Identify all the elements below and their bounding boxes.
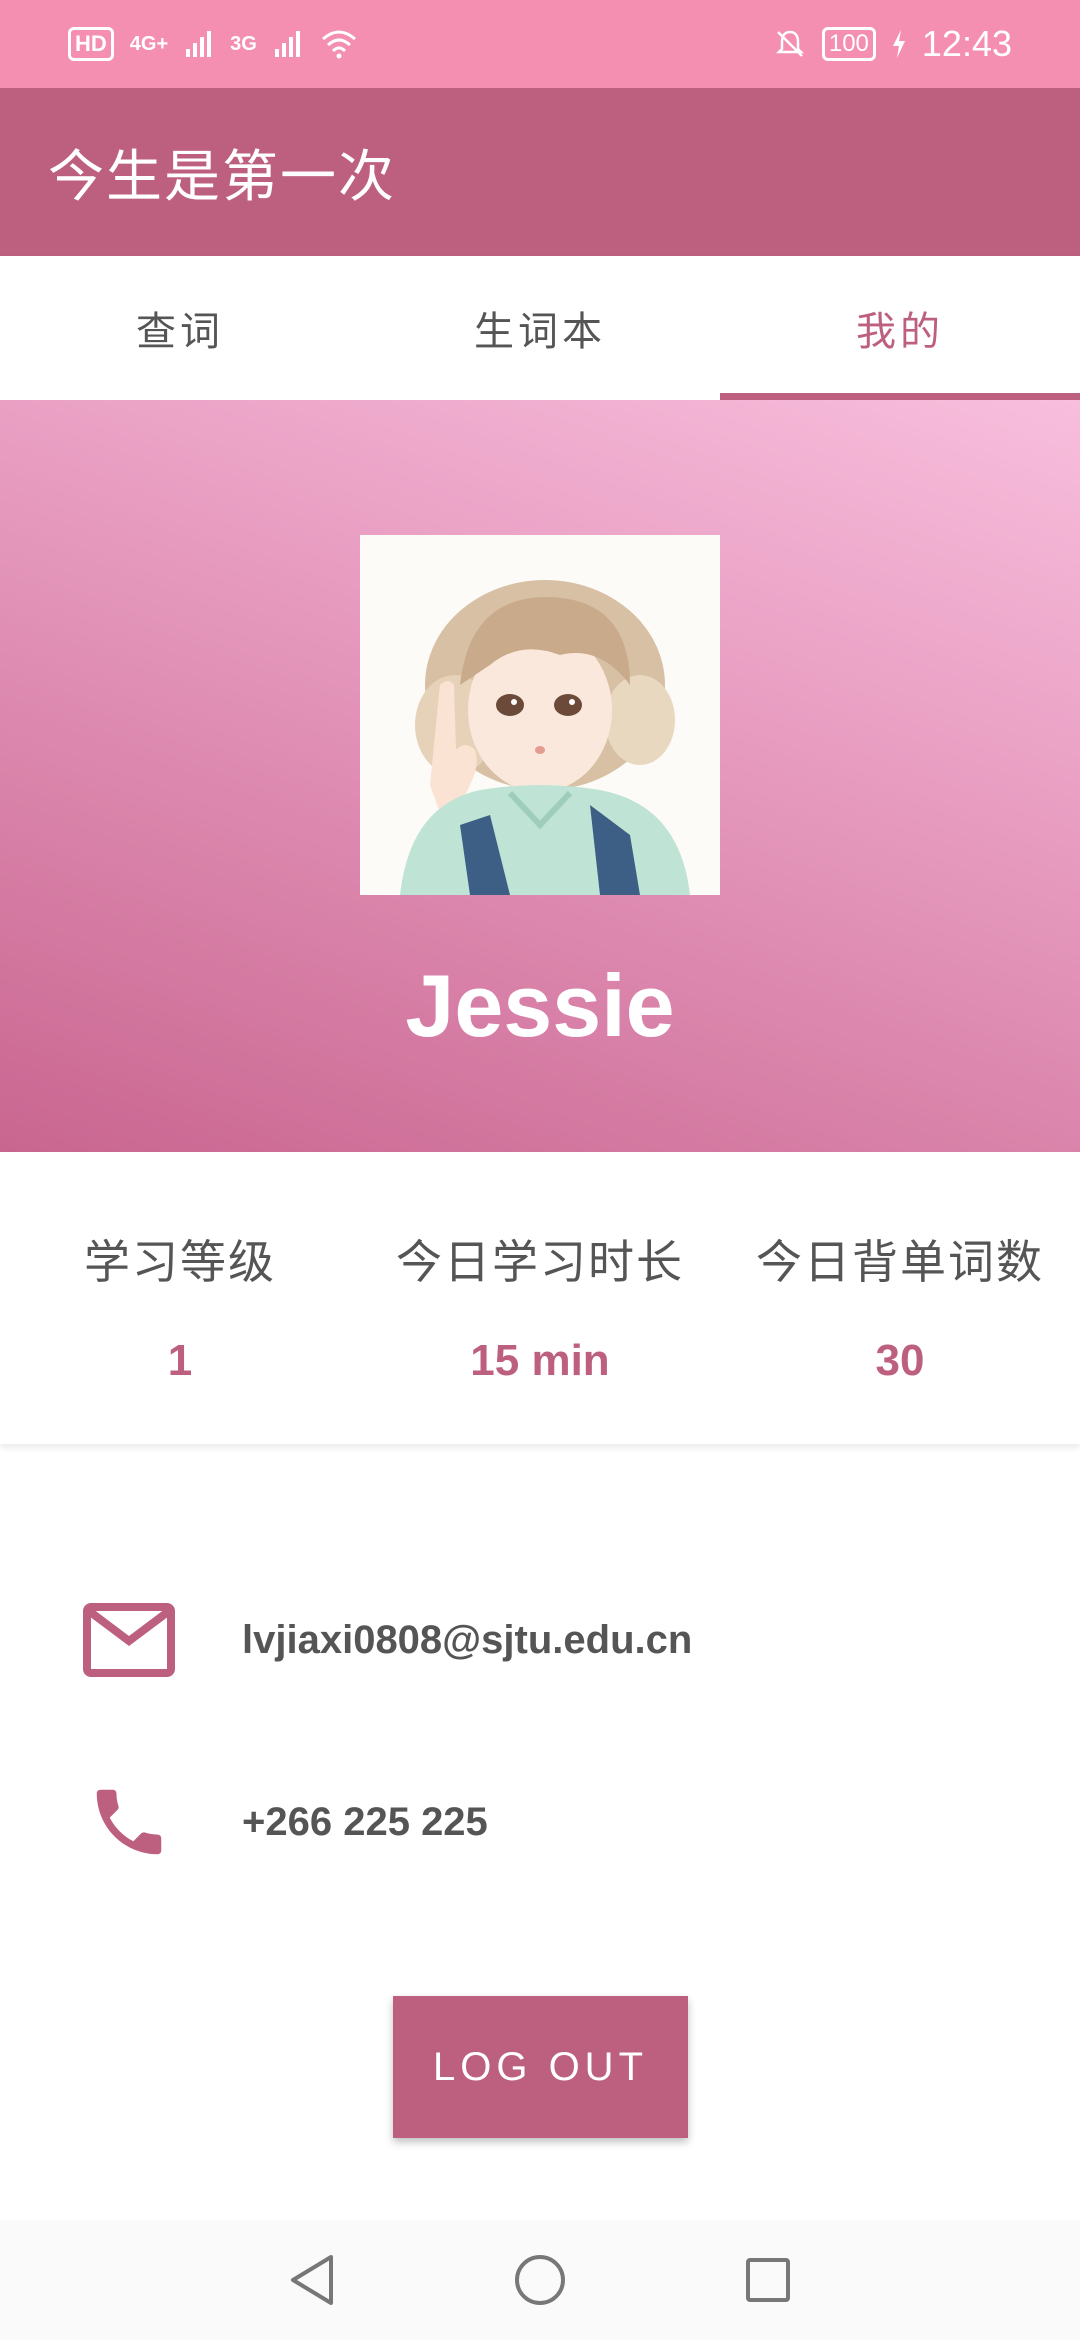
stat-label: 今日背单词数	[756, 1235, 1044, 1289]
stat-value: 15 min	[470, 1336, 610, 1385]
stat-level: 学习等级 1	[0, 1152, 360, 1444]
status-left: HD 4G+ 3G	[68, 27, 359, 61]
charging-icon	[892, 30, 905, 58]
recent-square-icon[interactable]	[738, 2250, 798, 2310]
phone-text: +266 225 225	[242, 1799, 488, 1844]
stat-label: 今日学习时长	[396, 1235, 684, 1289]
signal-icon	[274, 31, 300, 57]
logout-button[interactable]: LOG OUT	[393, 1996, 688, 2138]
stats-card: 学习等级 1 今日学习时长 15 min 今日背单词数 30	[0, 1152, 1080, 1444]
hd-badge: HD	[68, 27, 114, 61]
clock: 12:43	[921, 23, 1012, 64]
system-nav-bar	[0, 2220, 1080, 2340]
signal-icon	[186, 31, 212, 57]
network-4g-label: 4G+	[129, 32, 169, 55]
home-circle-icon[interactable]	[510, 2250, 570, 2310]
avatar	[360, 535, 720, 895]
stat-words-count: 今日背单词数 30	[720, 1152, 1080, 1444]
tab-vocabulary-book[interactable]: 生词本	[360, 256, 720, 400]
stat-value: 30	[875, 1336, 925, 1385]
avatar-illustration	[360, 535, 720, 895]
email-text: lvjiaxi0808@sjtu.edu.cn	[242, 1617, 693, 1662]
tab-me[interactable]: 我的	[720, 256, 1080, 400]
stat-label: 学习等级	[84, 1235, 276, 1289]
phone-icon	[82, 1775, 176, 1869]
app-bar: 今生是第一次	[0, 88, 1080, 256]
phone-row: +266 225 225	[0, 1762, 1080, 1882]
wifi-icon	[321, 30, 356, 59]
tab-lookup[interactable]: 查词	[0, 256, 360, 400]
profile-header: Jessie	[0, 400, 1080, 1152]
status-right: 100 12:43	[774, 23, 1012, 65]
back-triangle-icon[interactable]	[282, 2250, 342, 2310]
app-title: 今生是第一次	[48, 144, 396, 210]
mail-icon	[82, 1593, 176, 1687]
stat-study-time: 今日学习时长 15 min	[360, 1152, 720, 1444]
email-row: lvjiaxi0808@sjtu.edu.cn	[0, 1580, 1080, 1700]
bell-off-icon	[775, 30, 804, 57]
tab-bar: 查词 生词本 我的	[0, 256, 1080, 400]
status-bar: HD 4G+ 3G 100 12:43	[0, 0, 1080, 88]
stat-value: 1	[167, 1336, 193, 1385]
username: Jessie	[405, 956, 675, 1055]
battery-indicator: 100	[821, 27, 876, 61]
network-3g-label: 3G	[230, 32, 257, 55]
